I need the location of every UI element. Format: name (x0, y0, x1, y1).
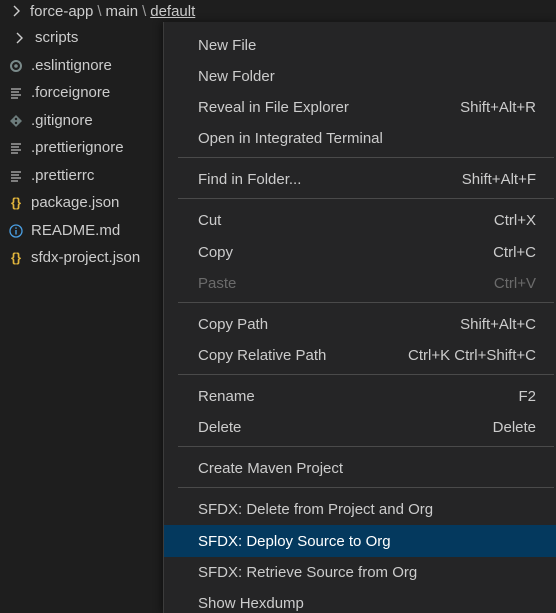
menu-item-show-hexdump[interactable]: Show Hexdump (164, 588, 556, 613)
menu-item-sfdx-deploy-source-to-org[interactable]: SFDX: Deploy Source to Org (164, 525, 556, 557)
menu-item-sfdx-delete-from-project-and-org[interactable]: SFDX: Delete from Project and Org (164, 494, 556, 525)
menu-item-new-file[interactable]: New File (164, 30, 556, 61)
menu-item-label: New File (198, 37, 257, 54)
menu-item-copy[interactable]: Copy Ctrl+C (164, 237, 556, 268)
menu-separator (178, 198, 554, 199)
menu-item-shortcut: Ctrl+C (493, 244, 536, 261)
menu-item-label: New Folder (198, 68, 275, 85)
menu-separator (178, 302, 554, 303)
menu-item-label: Copy Relative Path (198, 347, 327, 364)
menu-item-label: SFDX: Retrieve Source from Org (198, 564, 418, 581)
tree-item-label: .gitignore (31, 112, 93, 129)
tree-item-sfdx-project-json[interactable]: {} sfdx-project.json (8, 244, 140, 271)
lines-icon (8, 168, 24, 184)
lines-icon (8, 85, 24, 101)
menu-item-label: Copy (198, 244, 234, 261)
menu-item-label: SFDX: Delete from Project and Org (198, 501, 434, 518)
menu-item-shortcut: Delete (492, 419, 536, 436)
menu-item-shortcut: Shift+Alt+R (460, 99, 536, 116)
tree-item-label: .forceignore (31, 84, 111, 101)
chevron-right-icon[interactable] (12, 30, 28, 46)
breadcrumb-segment-default[interactable]: default (150, 3, 195, 20)
tree-item-forceignore[interactable]: .forceignore (8, 79, 110, 106)
menu-item-shortcut: Ctrl+K Ctrl+Shift+C (408, 347, 536, 364)
tree-item-gitignore[interactable]: .gitignore (8, 107, 93, 134)
tree-item-label: package.json (31, 194, 120, 211)
menu-item-rename[interactable]: Rename F2 (164, 381, 556, 412)
circle-icon (8, 58, 24, 74)
menu-item-shortcut: Ctrl+V (493, 275, 536, 292)
menu-item-reveal-in-file-explorer[interactable]: Reveal in File Explorer Shift+Alt+R (164, 92, 556, 123)
menu-item-create-maven-project[interactable]: Create Maven Project (164, 453, 556, 484)
menu-item-label: Open in Integrated Terminal (198, 130, 383, 147)
menu-item-new-folder[interactable]: New Folder (164, 61, 556, 92)
tree-item-scripts[interactable]: scripts (12, 24, 78, 51)
menu-item-paste[interactable]: Paste Ctrl+V (164, 268, 556, 299)
menu-item-label: Rename (198, 388, 255, 405)
breadcrumb-segment-main[interactable]: main (106, 3, 139, 20)
menu-item-shortcut: Shift+Alt+F (461, 171, 536, 188)
menu-separator (178, 157, 554, 158)
breadcrumb: force-app \ main \ default (12, 0, 195, 22)
menu-item-shortcut: Ctrl+X (493, 212, 536, 229)
menu-item-copy-path[interactable]: Copy Path Shift+Alt+C (164, 309, 556, 340)
context-menu: New File New Folder Reveal in File Explo… (163, 22, 556, 613)
breadcrumb-separator: \ (97, 2, 102, 20)
lines-icon (8, 140, 24, 156)
menu-item-open-in-integrated-terminal[interactable]: Open in Integrated Terminal (164, 123, 556, 154)
tree-item-label: .prettierrc (31, 167, 95, 184)
braces-icon: {} (10, 250, 22, 265)
menu-item-label: Create Maven Project (198, 460, 344, 477)
tree-item-label: .eslintignore (31, 57, 112, 74)
menu-item-label: Find in Folder... (198, 171, 302, 188)
menu-separator (178, 446, 554, 447)
menu-item-shortcut: Shift+Alt+C (460, 316, 536, 333)
breadcrumb-separator: \ (142, 2, 147, 20)
tree-item-label: scripts (35, 29, 79, 46)
menu-separator (178, 487, 554, 488)
menu-item-label: Reveal in File Explorer (198, 99, 349, 116)
menu-item-label: Cut (198, 212, 222, 229)
tree-item-package-json[interactable]: {} package.json (8, 189, 119, 216)
git-icon (8, 113, 24, 129)
tree-item-label: README.md (31, 222, 121, 239)
menu-item-find-in-folder[interactable]: Find in Folder... Shift+Alt+F (164, 164, 556, 195)
menu-item-shortcut: F2 (518, 388, 536, 405)
vscode-window: force-app \ main \ default scripts .esli… (0, 0, 556, 613)
menu-item-label: Paste (198, 275, 237, 292)
chevron-right-icon[interactable] (12, 5, 22, 17)
menu-separator (178, 374, 554, 375)
menu-item-label: SFDX: Deploy Source to Org (198, 532, 391, 550)
tree-item-label: .prettierignore (31, 139, 124, 156)
menu-item-sfdx-retrieve-source-from-org[interactable]: SFDX: Retrieve Source from Org (164, 557, 556, 588)
tree-item-eslintignore[interactable]: .eslintignore (8, 52, 112, 79)
tree-item-prettierignore[interactable]: .prettierignore (8, 134, 124, 161)
tree-item-readme[interactable]: README.md (8, 217, 120, 244)
menu-item-delete[interactable]: Delete Delete (164, 412, 556, 443)
menu-item-copy-relative-path[interactable]: Copy Relative Path Ctrl+K Ctrl+Shift+C (164, 340, 556, 371)
breadcrumb-segment-force-app[interactable]: force-app (30, 3, 93, 20)
menu-item-label: Delete (198, 419, 242, 436)
tree-item-label: sfdx-project.json (31, 249, 141, 266)
braces-icon: {} (10, 195, 22, 210)
menu-item-label: Copy Path (198, 316, 269, 333)
menu-item-label: Show Hexdump (198, 595, 304, 612)
info-icon (8, 223, 24, 239)
tree-item-prettierrc[interactable]: .prettierrc (8, 162, 94, 189)
menu-item-cut[interactable]: Cut Ctrl+X (164, 205, 556, 236)
